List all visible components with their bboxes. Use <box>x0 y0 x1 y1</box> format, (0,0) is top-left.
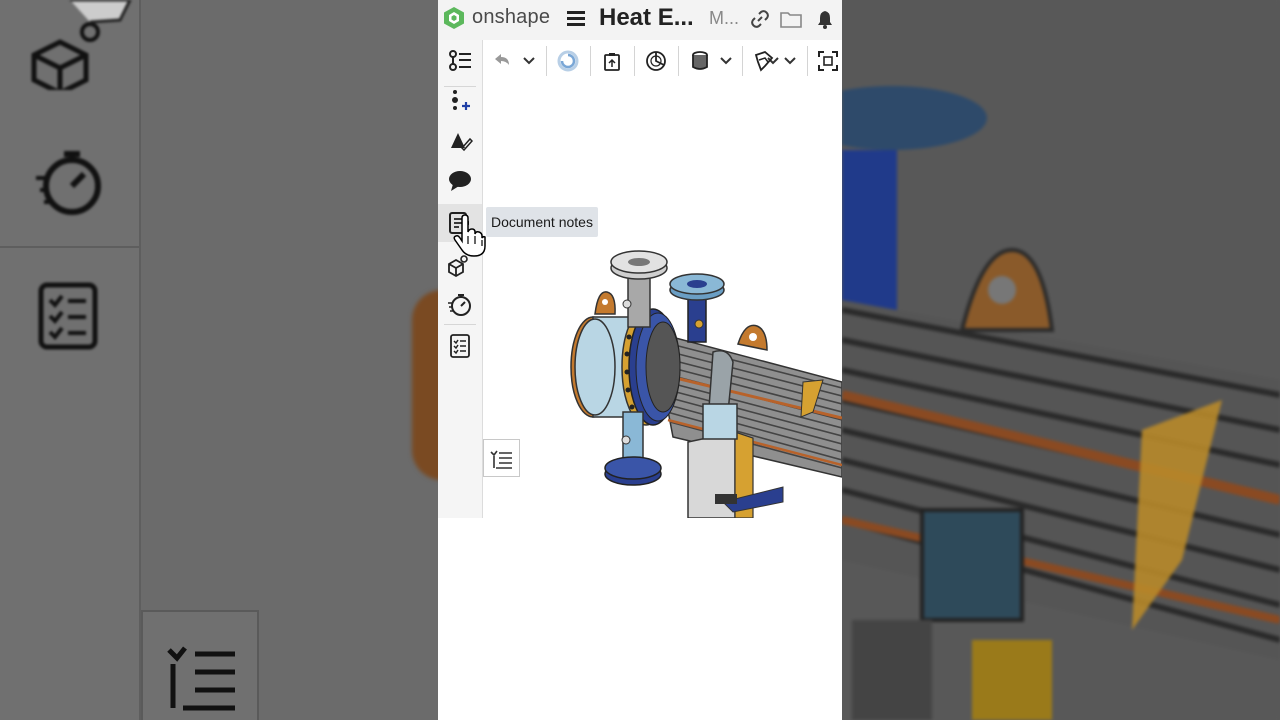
brand-name: onshape <box>472 6 551 28</box>
performance-icon <box>36 151 101 215</box>
empty-area <box>438 518 842 720</box>
appearance-icon[interactable] <box>447 128 473 154</box>
outline-icon <box>490 450 512 469</box>
heat-exchanger-model[interactable] <box>483 82 842 518</box>
document-notes-tooltip: Document notes <box>486 207 598 237</box>
zoom-fit-icon[interactable] <box>817 50 839 72</box>
background-outline-button <box>141 610 259 720</box>
outline-icon <box>167 646 235 711</box>
parts-icon <box>31 0 132 90</box>
app-window: onshape Heat E... M... <box>438 0 842 720</box>
workspace-label[interactable]: M... <box>709 8 739 29</box>
toolbar-separator <box>546 46 547 76</box>
left-panel-separator <box>444 324 476 325</box>
menu-icon[interactable] <box>566 8 586 28</box>
background-zoom-left <box>0 0 438 720</box>
document-title[interactable]: Heat E... <box>599 4 694 32</box>
undo-dropdown-chevron-down-icon[interactable] <box>522 50 536 72</box>
toolbar-separator <box>742 46 743 76</box>
views-dropdown-chevron-down-icon[interactable] <box>783 50 797 72</box>
background-model <box>842 0 1280 720</box>
bell-icon[interactable] <box>815 9 835 29</box>
named-views-icon[interactable] <box>753 50 775 72</box>
link-icon[interactable] <box>750 9 770 29</box>
regenerate-icon[interactable] <box>557 50 579 72</box>
performance-icon[interactable] <box>447 292 473 318</box>
bill-of-materials-icon[interactable] <box>447 333 473 359</box>
graphics-viewport[interactable] <box>483 82 842 518</box>
left-panel <box>438 40 483 518</box>
section-view-icon[interactable] <box>645 50 667 72</box>
paste-icon[interactable] <box>601 50 623 72</box>
background-zoom-right <box>842 0 1280 720</box>
left-panel-separator <box>444 86 476 87</box>
hand-cursor-icon <box>453 214 486 257</box>
comments-icon[interactable] <box>447 168 473 194</box>
undo-icon[interactable] <box>491 50 513 72</box>
background-panel <box>0 0 141 720</box>
toolbar-separator <box>678 46 679 76</box>
background-flange <box>412 290 438 480</box>
toolbar-separator <box>590 46 591 76</box>
folder-icon[interactable] <box>780 9 802 29</box>
render-mode-icon[interactable] <box>689 50 711 72</box>
render-dropdown-chevron-down-icon[interactable] <box>719 50 733 72</box>
onshape-logo-icon[interactable] <box>442 6 466 30</box>
outline-toggle-button[interactable] <box>483 439 520 477</box>
screen: onshape Heat E... M... Document notes <box>0 0 1280 720</box>
background-separator <box>0 246 141 248</box>
bill-of-materials-icon <box>38 282 98 350</box>
toolbar <box>483 40 842 82</box>
insert-part-icon[interactable] <box>447 88 473 114</box>
top-bar: onshape Heat E... M... <box>438 0 842 40</box>
feature-list-icon[interactable] <box>447 48 473 74</box>
toolbar-separator <box>634 46 635 76</box>
toolbar-separator <box>807 46 808 76</box>
